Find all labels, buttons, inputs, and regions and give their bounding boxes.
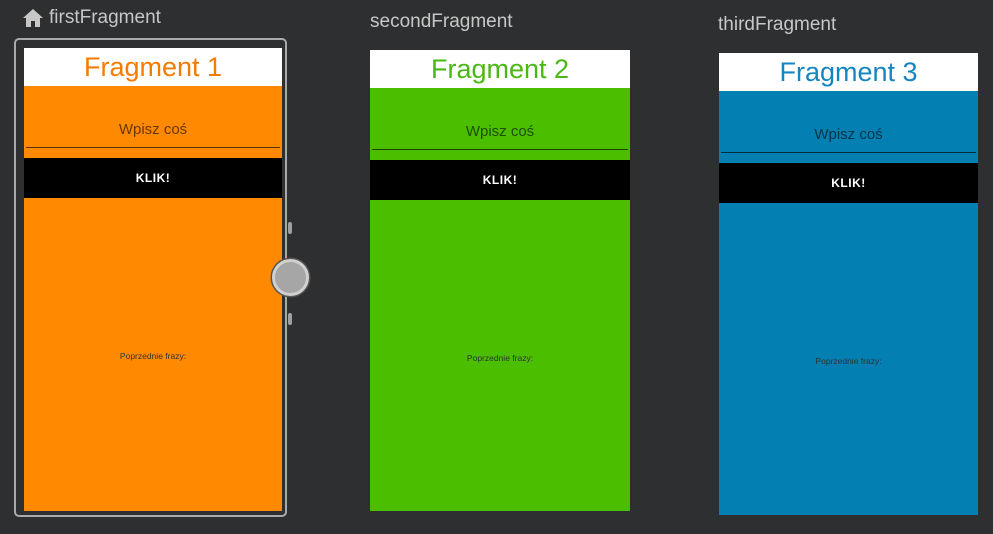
fragment-title: Fragment 2 (370, 50, 630, 88)
handle-tick (288, 222, 292, 234)
klik-button[interactable]: KLIK! (370, 160, 630, 200)
action-connection-handle[interactable] (272, 259, 309, 296)
destination-label-first[interactable]: firstFragment (22, 7, 161, 29)
destination-label-third[interactable]: thirdFragment (718, 14, 836, 36)
handle-tick (288, 313, 292, 325)
destination-name: firstFragment (49, 7, 161, 28)
fragment-body: KLIK! Poprzednie frazy: (370, 88, 630, 511)
klik-button[interactable]: KLIK! (719, 163, 978, 203)
text-input[interactable] (721, 117, 976, 153)
previous-phrases-label: Poprzednie frazy: (466, 353, 534, 363)
fragment-body: KLIK! Poprzednie frazy: (719, 91, 978, 515)
destination-label-second[interactable]: secondFragment (370, 11, 513, 33)
destination-name: secondFragment (370, 11, 513, 32)
fragment-preview-second[interactable]: Fragment 2 KLIK! Poprzednie frazy: (370, 50, 630, 511)
fragment-title: Fragment 3 (719, 53, 978, 91)
selection-frame (14, 38, 287, 517)
home-icon (23, 9, 43, 27)
fragment-preview-third[interactable]: Fragment 3 KLIK! Poprzednie frazy: (719, 53, 978, 515)
text-input[interactable] (372, 114, 628, 150)
previous-phrases-label: Poprzednie frazy: (815, 356, 882, 366)
destination-name: thirdFragment (718, 14, 837, 35)
